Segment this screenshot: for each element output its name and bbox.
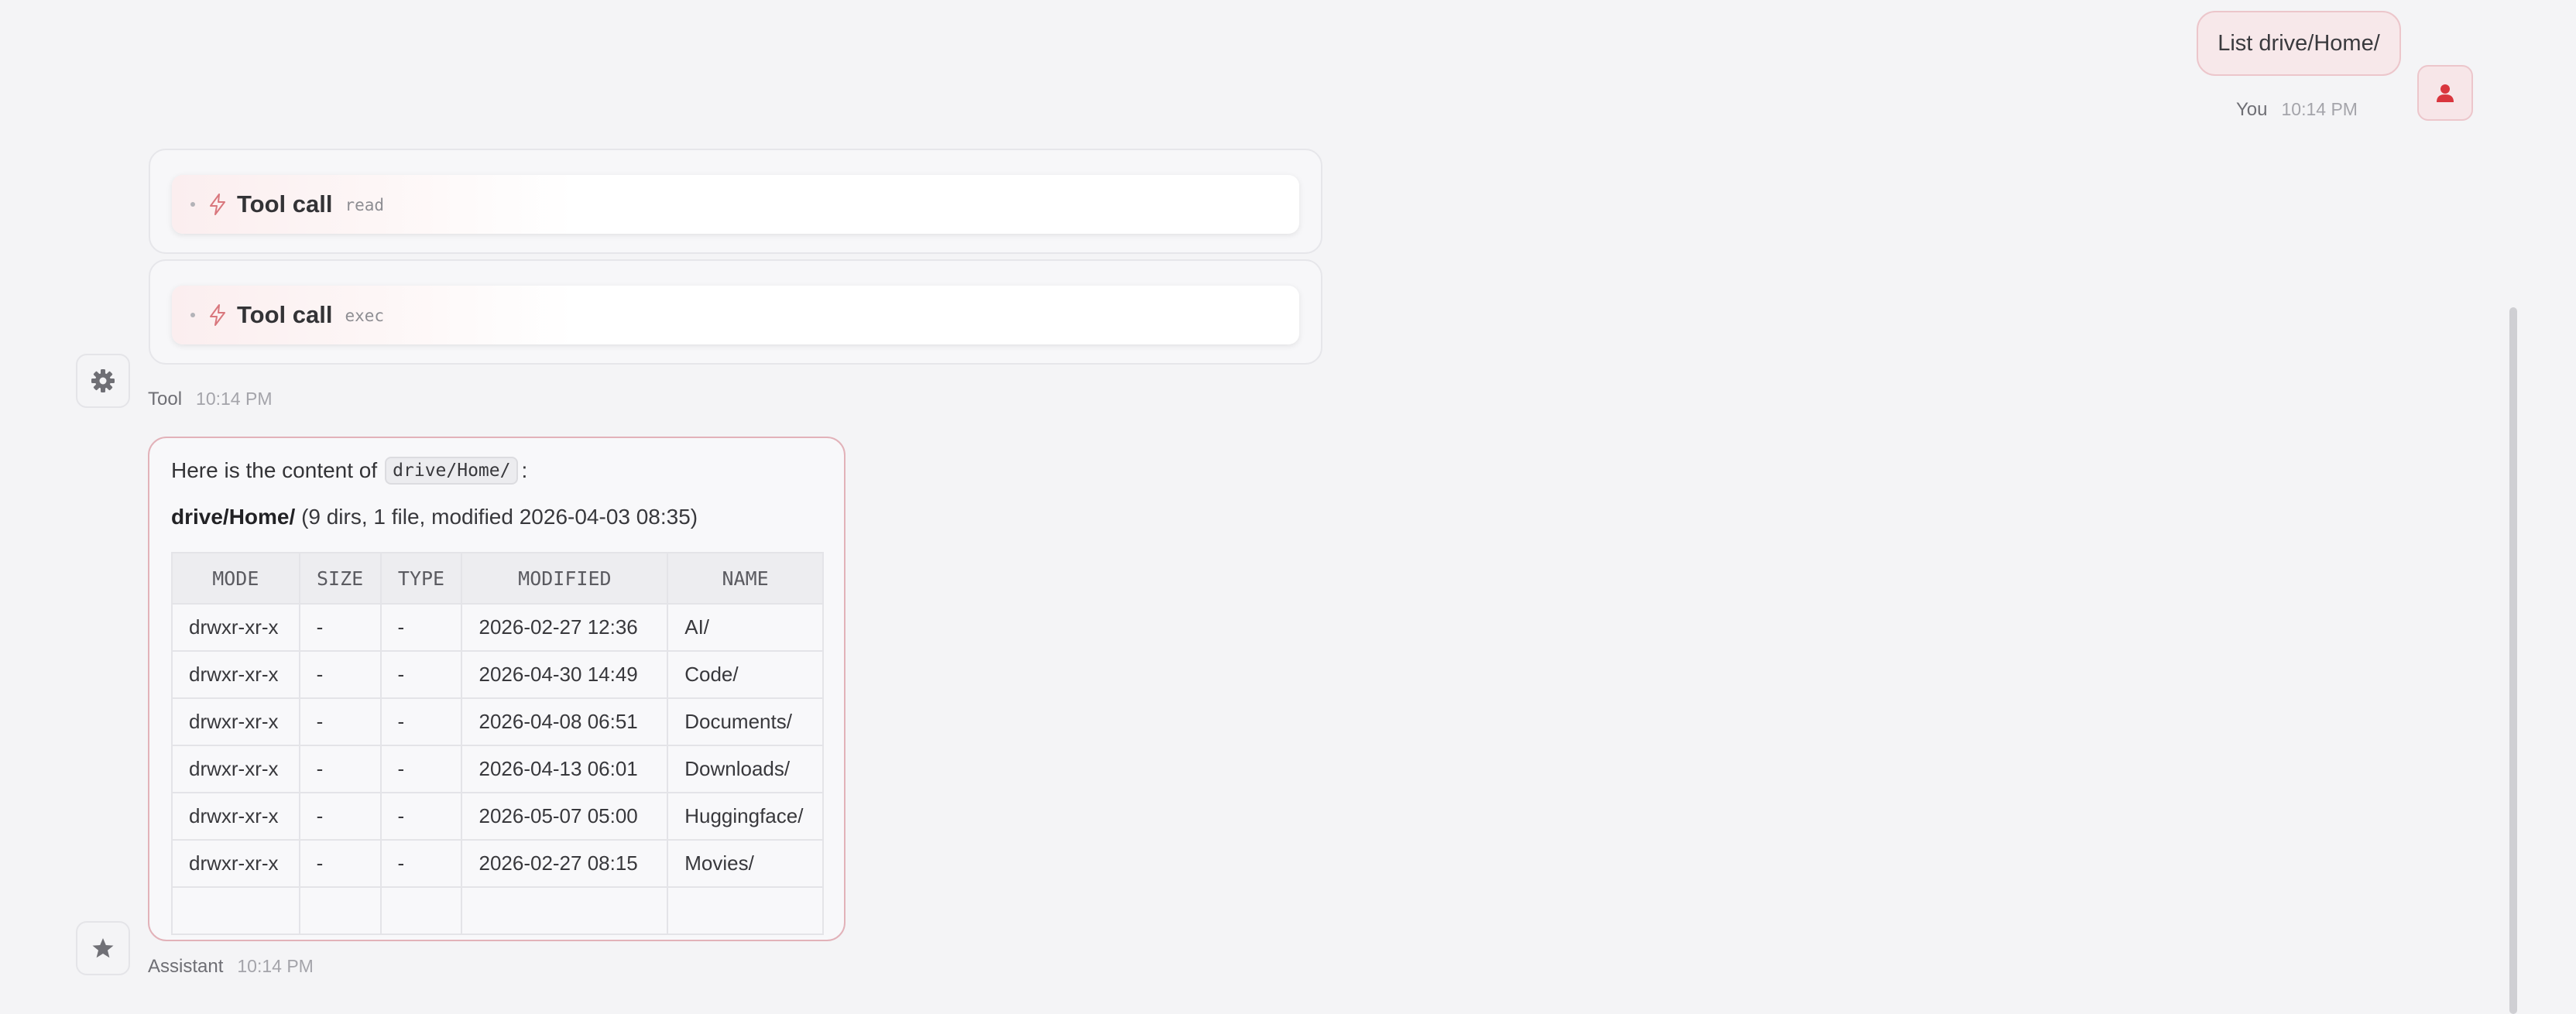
column-header-size: SIZE	[298, 552, 382, 605]
summary-path: drive/Home/	[171, 505, 296, 529]
tool-timestamp: 10:14 PM	[196, 389, 273, 409]
cell-mode: drwxr-xr-x	[171, 792, 300, 841]
cell-size: -	[298, 650, 382, 699]
assistant-message-meta: Assistant 10:14 PM	[148, 956, 314, 978]
tool-avatar	[76, 354, 130, 408]
user-message-text: List drive/Home/	[2218, 30, 2380, 56]
intro-suffix: :	[521, 458, 528, 482]
bolt-icon	[209, 194, 226, 215]
table-row: drwxr-xr-x - - 2026-04-30 14:49 Code/	[171, 650, 824, 699]
column-header-name: NAME	[667, 552, 824, 605]
table-row	[171, 886, 824, 935]
table-header-row: MODE SIZE TYPE MODIFIED NAME	[171, 552, 824, 605]
cell-modified: 2026-02-27 12:36	[461, 603, 669, 652]
user-icon	[2437, 84, 2454, 102]
cell-name: Downloads/	[667, 745, 824, 793]
tool-call-card-exec: Tool call exec	[149, 259, 1322, 365]
cell-name: Code/	[667, 650, 824, 699]
cell-mode: drwxr-xr-x	[171, 603, 300, 652]
table-row: drwxr-xr-x - - 2026-05-07 05:00 Huggingf…	[171, 792, 824, 841]
assistant-author: Assistant	[148, 956, 224, 977]
cell-mode: drwxr-xr-x	[171, 650, 300, 699]
cell-name: Documents/	[667, 697, 824, 746]
directory-summary: drive/Home/ (9 dirs, 1 file, modified 20…	[171, 505, 698, 529]
cell-type	[379, 886, 463, 935]
bolt-icon	[209, 304, 226, 326]
cell-name: AI/	[667, 603, 824, 652]
column-header-modified: MODIFIED	[461, 552, 669, 605]
user-message-meta: You 10:14 PM	[2236, 99, 2358, 121]
cell-modified: 2026-04-13 06:01	[461, 745, 669, 793]
intro-line: Here is the content of drive/Home/ :	[171, 457, 527, 485]
cell-size	[298, 886, 382, 935]
user-timestamp: 10:14 PM	[2281, 99, 2358, 119]
table-row: drwxr-xr-x - - 2026-02-27 08:15 Movies/	[171, 839, 824, 888]
cell-modified: 2026-04-08 06:51	[461, 697, 669, 746]
assistant-timestamp: 10:14 PM	[237, 956, 314, 976]
cell-type: -	[379, 697, 463, 746]
tool-call-name: read	[345, 196, 385, 214]
assistant-avatar	[76, 921, 130, 975]
star-icon	[92, 938, 114, 958]
tool-author: Tool	[148, 389, 183, 409]
cell-type: -	[379, 792, 463, 841]
cell-mode	[171, 886, 300, 935]
expand-dot-icon	[190, 313, 195, 317]
cell-mode: drwxr-xr-x	[171, 745, 300, 793]
cell-mode: drwxr-xr-x	[171, 839, 300, 888]
cell-name	[667, 886, 824, 935]
cell-modified	[461, 886, 669, 935]
cell-size: -	[298, 792, 382, 841]
tool-call-name: exec	[345, 307, 385, 325]
tool-message-meta: Tool 10:14 PM	[148, 389, 272, 410]
user-avatar	[2417, 65, 2473, 121]
tool-call-card-read: Tool call read	[149, 149, 1322, 254]
cell-type: -	[379, 745, 463, 793]
cell-mode: drwxr-xr-x	[171, 697, 300, 746]
cell-size: -	[298, 603, 382, 652]
inline-code: drive/Home/	[385, 457, 519, 485]
table-row: drwxr-xr-x - - 2026-04-08 06:51 Document…	[171, 697, 824, 746]
expand-dot-icon	[190, 202, 195, 207]
table-row: drwxr-xr-x - - 2026-02-27 12:36 AI/	[171, 603, 824, 652]
assistant-message-bubble: Here is the content of drive/Home/ : dri…	[148, 437, 846, 941]
cell-size: -	[298, 745, 382, 793]
cell-type: -	[379, 650, 463, 699]
tool-call-label: Tool call	[237, 190, 333, 218]
cell-name: Huggingface/	[667, 792, 824, 841]
cell-modified: 2026-05-07 05:00	[461, 792, 669, 841]
column-header-type: TYPE	[379, 552, 463, 605]
cell-modified: 2026-04-30 14:49	[461, 650, 669, 699]
tool-call-label: Tool call	[237, 301, 333, 328]
summary-details: (9 dirs, 1 file, modified 2026-04-03 08:…	[301, 505, 698, 529]
tool-call-header-read[interactable]: Tool call read	[172, 175, 1299, 234]
table-row: drwxr-xr-x - - 2026-04-13 06:01 Download…	[171, 745, 824, 793]
cell-type: -	[379, 603, 463, 652]
user-message-bubble: List drive/Home/	[2197, 11, 2401, 76]
gear-icon	[91, 369, 115, 392]
user-author: You	[2236, 99, 2268, 120]
cell-type: -	[379, 839, 463, 888]
cell-name: Movies/	[667, 839, 824, 888]
column-header-mode: MODE	[171, 552, 300, 605]
tool-call-header-exec[interactable]: Tool call exec	[172, 286, 1299, 344]
intro-text: Here is the content of	[171, 458, 378, 482]
cell-size: -	[298, 697, 382, 746]
cell-size: -	[298, 839, 382, 888]
cell-modified: 2026-02-27 08:15	[461, 839, 669, 888]
chat-scrollbar[interactable]	[2509, 307, 2517, 1014]
file-listing-table: MODE SIZE TYPE MODIFIED NAME drwxr-xr-x …	[171, 552, 824, 935]
